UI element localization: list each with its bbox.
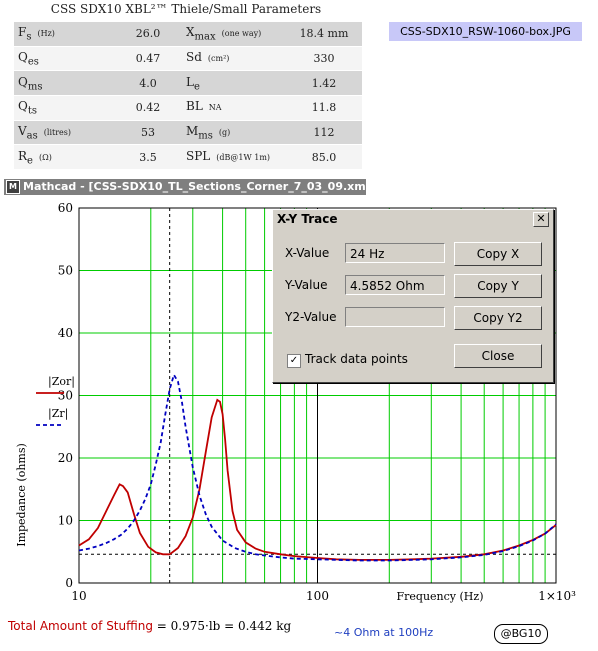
ts-row: Qts 0.42 BL NA 11.8 bbox=[14, 95, 362, 121]
copy-y-button[interactable]: Copy Y bbox=[454, 274, 542, 298]
ts-value: 53 bbox=[114, 120, 182, 146]
y-axis-label: Impedance (ohms) bbox=[15, 443, 28, 547]
ts-param: Qes bbox=[14, 46, 114, 72]
y2-value-label: Y2-Value bbox=[285, 310, 337, 324]
y-tick-label: 30 bbox=[58, 389, 73, 403]
ts-param: Fs (Hz) bbox=[14, 22, 114, 47]
ts-param: Vas (litres) bbox=[14, 120, 114, 146]
close-button[interactable]: Close bbox=[454, 344, 542, 368]
ts-value: 112 bbox=[286, 120, 362, 146]
ts-param: Re (Ω) bbox=[14, 144, 114, 171]
mathcad-title: Mathcad - [CSS-SDX10_TL_Sections_Corner_… bbox=[23, 180, 366, 193]
ts-value: 0.42 bbox=[114, 95, 182, 121]
ts-param: Le bbox=[182, 70, 286, 97]
y-tick-label: 0 bbox=[65, 576, 73, 590]
x-value-field[interactable]: 24 Hz bbox=[345, 243, 445, 263]
ts-row: Fs (Hz) 26.0 Xmax (one way) 18.4 mm bbox=[14, 22, 362, 47]
ts-param: Xmax (one way) bbox=[182, 22, 286, 47]
ts-value: 18.4 mm bbox=[286, 22, 362, 47]
ts-value: 3.5 bbox=[114, 144, 182, 171]
ts-value: 85.0 bbox=[286, 144, 362, 171]
x-axis-label: Frequency (Hz) bbox=[397, 590, 484, 603]
x-value-label: X-Value bbox=[285, 246, 330, 260]
ts-value: 26.0 bbox=[114, 22, 182, 47]
track-data-points-label: Track data points bbox=[305, 352, 408, 366]
ts-row: Qms 4.0 Le 1.42 bbox=[14, 70, 362, 97]
ts-value: 0.47 bbox=[114, 46, 182, 72]
ts-value: 11.8 bbox=[286, 95, 362, 121]
y-tick-label: 60 bbox=[58, 201, 73, 215]
xy-trace-title: X-Y Trace bbox=[277, 212, 338, 226]
copy-y2-button[interactable]: Copy Y2 bbox=[454, 306, 542, 330]
ts-param: SPL (dB@1W 1m) bbox=[182, 144, 286, 171]
ts-value: 330 bbox=[286, 46, 362, 72]
legend-label-zr: |Zr| bbox=[48, 407, 68, 421]
ohm-note: ~4 Ohm at 100Hz bbox=[334, 626, 434, 639]
y-tick-label: 10 bbox=[58, 514, 73, 528]
ts-parameter-table: Fs (Hz) 26.0 Xmax (one way) 18.4 mm Qes 0.47 Sd(… bbox=[14, 22, 362, 171]
x-tick-label: 100 bbox=[306, 589, 329, 603]
xy-trace-dialog: X-Y Trace ✕ X-Value 24 Hz Copy X Y-Value … bbox=[272, 209, 554, 383]
ts-param: Mms (g) bbox=[182, 120, 286, 146]
ts-param: Sd (cm²) bbox=[182, 46, 286, 72]
bg10-badge: @BG10 bbox=[494, 624, 548, 644]
stuffing-math: = 0.975·lb = 0.442 kg bbox=[156, 619, 292, 633]
filename-label: CSS-SDX10_RSW-1060-box.JPG bbox=[389, 22, 582, 41]
stuffing-formula: Total Amount of Stuffing = 0.975·lb = 0.… bbox=[8, 619, 291, 633]
x-tick-label: 1×10³ bbox=[538, 589, 576, 603]
track-data-points-checkbox[interactable]: ✓ bbox=[287, 354, 301, 368]
close-icon[interactable]: ✕ bbox=[533, 212, 549, 227]
y-value-label: Y-Value bbox=[285, 278, 328, 292]
xy-trace-titlebar[interactable]: X-Y Trace ✕ bbox=[273, 210, 553, 228]
ts-title: CSS SDX10 XBL²™ Thiele/Small Parameters bbox=[50, 2, 322, 16]
ts-row: Qes 0.47 Sd (cm²) 330 bbox=[14, 46, 362, 72]
ts-row: Vas (litres) 53 Mms (g) 112 bbox=[14, 120, 362, 146]
ts-param: Qms bbox=[14, 70, 114, 97]
legend-label-zor: |Zor| bbox=[48, 375, 75, 389]
y-tick-label: 50 bbox=[58, 264, 73, 278]
y-tick-label: 20 bbox=[58, 451, 73, 465]
ts-value: 4.0 bbox=[114, 70, 182, 97]
stuffing-label: Total Amount of Stuffing bbox=[8, 619, 153, 633]
mathcad-title-bar: M Mathcad - [CSS-SDX10_TL_Sections_Corner… bbox=[4, 179, 366, 195]
x-tick-label: 10 bbox=[71, 589, 86, 603]
y-value-field[interactable]: 4.5852 Ohm bbox=[345, 275, 445, 295]
mathcad-icon: M bbox=[6, 180, 20, 194]
ts-param: Qts bbox=[14, 95, 114, 121]
y2-value-field[interactable] bbox=[345, 307, 445, 327]
y-tick-label: 40 bbox=[58, 326, 73, 340]
ts-row: Re (Ω) 3.5 SPL (dB@1W 1m) 85.0 bbox=[14, 144, 362, 171]
ts-param: BL NA bbox=[182, 95, 286, 121]
copy-x-button[interactable]: Copy X bbox=[454, 242, 542, 266]
ts-value: 1.42 bbox=[286, 70, 362, 97]
